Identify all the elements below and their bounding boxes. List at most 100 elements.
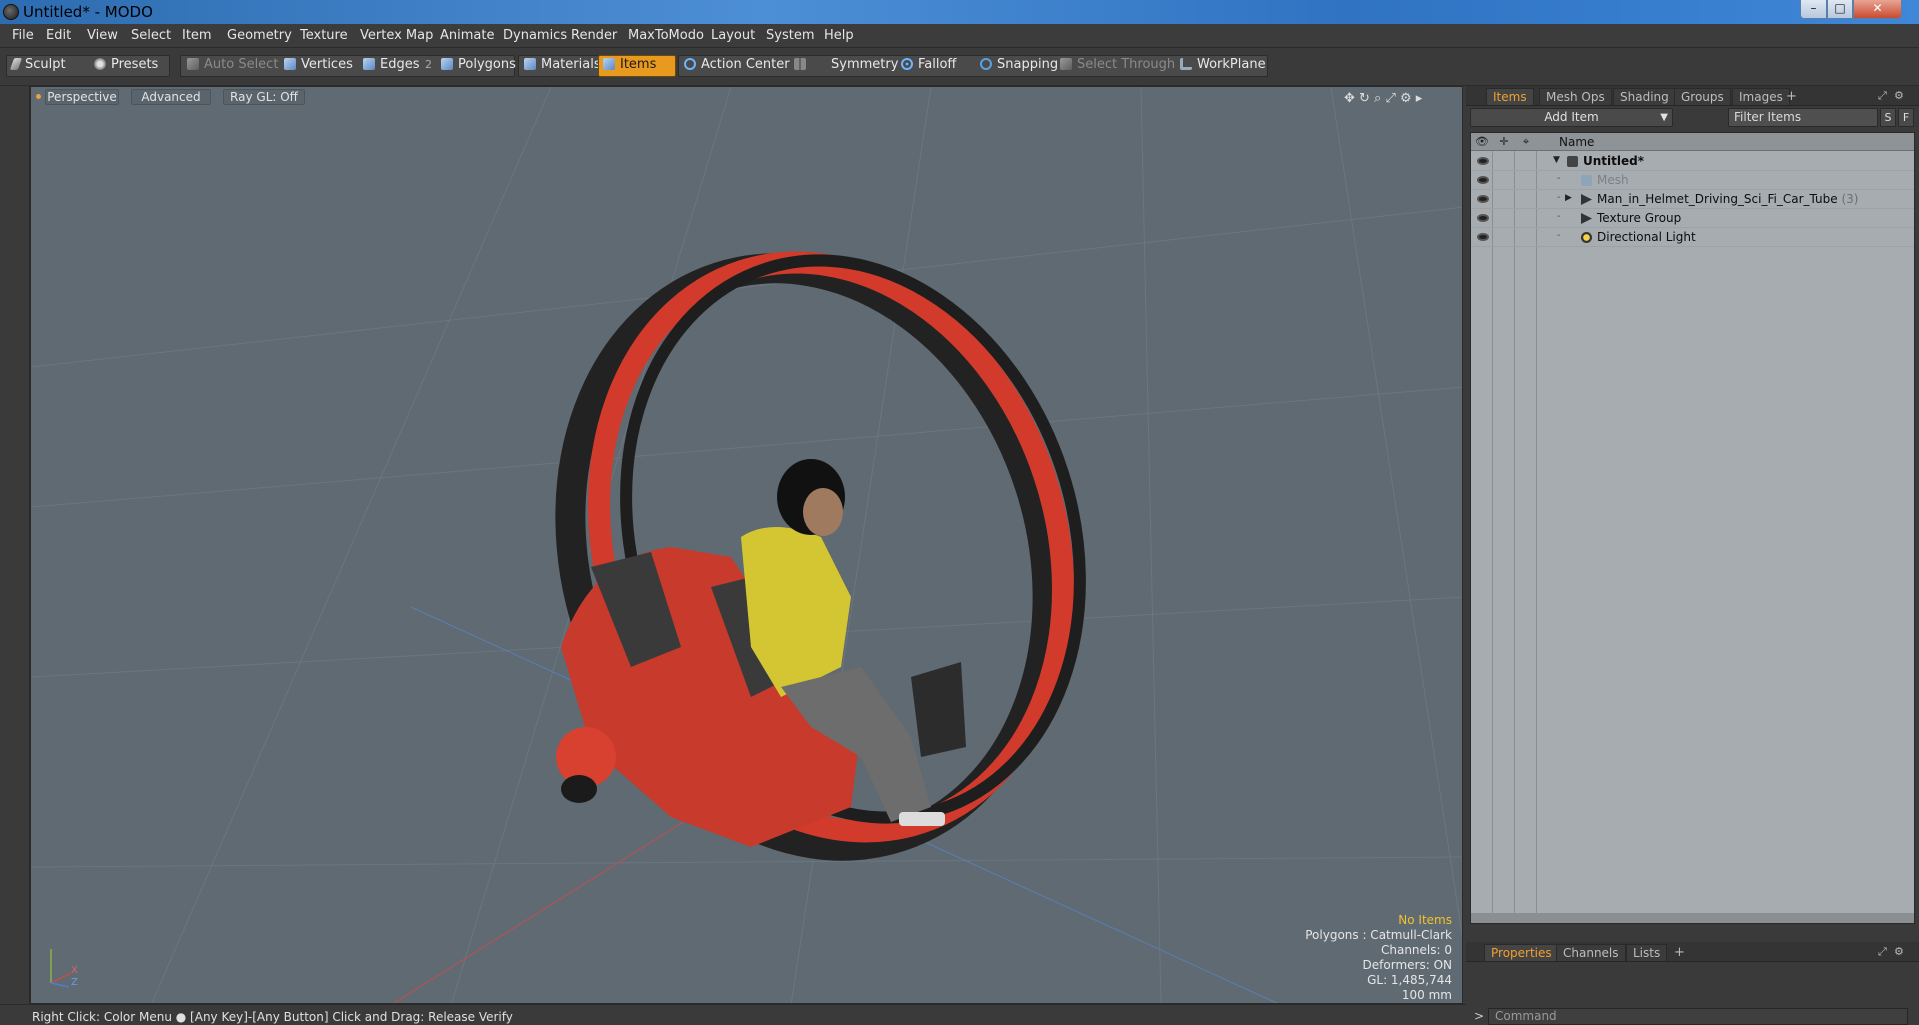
perspective-tab[interactable]: Perspective bbox=[45, 89, 119, 105]
tree-item-label: Directional Light bbox=[1597, 230, 1696, 244]
panel-gear-icon[interactable]: ⚙ bbox=[1894, 945, 1904, 958]
f-button[interactable]: F bbox=[1898, 108, 1914, 127]
minimize-button[interactable]: – bbox=[1800, 0, 1827, 19]
menu-file[interactable]: File bbox=[12, 28, 34, 43]
menu-view[interactable]: View bbox=[87, 28, 118, 43]
tree-connector: - bbox=[1557, 211, 1561, 222]
window-title: Untitled* - MODO bbox=[23, 3, 153, 21]
collapse-arrow-icon[interactable]: ▼ bbox=[1553, 155, 1560, 165]
name-column-header[interactable]: Name bbox=[1559, 135, 1594, 149]
visibility-column-icon[interactable]: 👁 bbox=[1475, 135, 1489, 149]
tree-row-texture-group[interactable]: - Texture Group bbox=[1471, 209, 1914, 228]
tab-mesh-ops[interactable]: Mesh Ops bbox=[1539, 88, 1612, 105]
items-icon bbox=[603, 58, 615, 70]
presets-icon bbox=[94, 58, 106, 70]
tab-items[interactable]: Items bbox=[1486, 88, 1534, 105]
items-button[interactable]: Items bbox=[603, 57, 656, 75]
menu-layout[interactable]: Layout bbox=[711, 28, 755, 43]
column-divider bbox=[1492, 133, 1493, 923]
filter-items-input[interactable]: Filter Items bbox=[1728, 108, 1878, 127]
viewport-status-dot bbox=[36, 94, 41, 99]
tab-properties[interactable]: Properties bbox=[1484, 944, 1559, 961]
small-wheel bbox=[561, 775, 597, 803]
tab-images[interactable]: Images bbox=[1732, 88, 1790, 105]
driver-shoe bbox=[899, 812, 945, 826]
tree-row-mesh[interactable]: - Mesh bbox=[1471, 171, 1914, 190]
tree-row-directional-light[interactable]: - Directional Light bbox=[1471, 228, 1914, 247]
add-item-dropdown[interactable]: Add Item ▼ bbox=[1470, 108, 1673, 127]
expand-arrow-icon[interactable]: ▶ bbox=[1565, 193, 1572, 203]
s-button[interactable]: S bbox=[1880, 108, 1896, 127]
presets-button[interactable]: Presets bbox=[94, 57, 158, 75]
menu-dynamics[interactable]: Dynamics bbox=[503, 28, 567, 43]
expand-panel-icon[interactable]: ⤢ bbox=[1878, 945, 1887, 959]
menu-geometry[interactable]: Geometry bbox=[227, 28, 292, 43]
edges-button[interactable]: Edges bbox=[363, 57, 420, 75]
visibility-eye-icon[interactable] bbox=[1477, 233, 1489, 241]
materials-button[interactable]: Materials bbox=[524, 57, 601, 75]
3d-viewport[interactable]: Perspective Advanced Ray GL: Off ✥ ↻ ⌕ ⤢… bbox=[30, 86, 1463, 1004]
dropdown-arrow-icon: ▼ bbox=[1660, 112, 1668, 123]
menu-system[interactable]: System bbox=[766, 28, 814, 43]
select-through-button[interactable]: Select Through bbox=[1060, 57, 1175, 75]
visibility-eye-icon[interactable] bbox=[1477, 195, 1489, 203]
action-center-button[interactable]: Action Center bbox=[684, 57, 790, 75]
maximize-button[interactable]: □ bbox=[1827, 0, 1853, 19]
tab-channels[interactable]: Channels bbox=[1556, 944, 1626, 961]
raygl-tab[interactable]: Ray GL: Off bbox=[223, 89, 305, 105]
viewport-nav-icons[interactable]: ✥ ↻ ⌕ ⤢ ⚙ ▸ bbox=[1344, 91, 1422, 106]
sculpt-button[interactable]: Sculpt bbox=[9, 57, 66, 75]
tree-row-untitled[interactable]: ▼ Untitled* bbox=[1471, 152, 1914, 171]
driver-face bbox=[803, 488, 843, 536]
visibility-eye-icon[interactable] bbox=[1477, 214, 1489, 222]
menu-texture[interactable]: Texture bbox=[300, 28, 348, 43]
polygons-button[interactable]: Polygons bbox=[441, 57, 516, 75]
menu-maxtomodo[interactable]: MaxToModo bbox=[628, 28, 704, 43]
lock-column-icon[interactable]: ✛ bbox=[1497, 135, 1511, 149]
vertices-button[interactable]: Vertices bbox=[284, 57, 353, 75]
advanced-tab[interactable]: Advanced bbox=[131, 89, 211, 105]
falloff-button[interactable]: Falloff bbox=[901, 57, 956, 75]
menu-item[interactable]: Item bbox=[182, 28, 212, 43]
command-input[interactable]: Command bbox=[1488, 1008, 1908, 1025]
snapping-button[interactable]: Snapping bbox=[980, 57, 1058, 75]
add-tab-icon[interactable]: + bbox=[1786, 89, 1797, 104]
menu-help[interactable]: Help bbox=[824, 28, 854, 43]
visibility-eye-icon[interactable] bbox=[1477, 157, 1489, 165]
auto-select-button[interactable]: Auto Select bbox=[187, 57, 278, 75]
menu-render[interactable]: Render bbox=[571, 28, 617, 43]
scene-icon bbox=[1567, 156, 1578, 167]
tree-row-man-in-helmet[interactable]: - ▶ Man_in_Helmet_Driving_Sci_Fi_Car_Tub… bbox=[1471, 190, 1914, 209]
panel-gear-icon[interactable]: ⚙ bbox=[1894, 89, 1904, 102]
brush-icon bbox=[9, 58, 23, 70]
tab-lists[interactable]: Lists bbox=[1626, 944, 1668, 961]
symmetry-icon bbox=[794, 58, 806, 70]
scene-render bbox=[31, 87, 1462, 1003]
close-button[interactable]: ✕ bbox=[1853, 0, 1902, 19]
tree-item-label: Texture Group bbox=[1597, 211, 1682, 225]
scale-info: 100 mm bbox=[1401, 988, 1452, 1002]
add-tab-icon[interactable]: + bbox=[1674, 945, 1685, 960]
tree-horizontal-scrollbar[interactable] bbox=[1471, 913, 1914, 923]
render-column-icon[interactable]: ⌖ bbox=[1519, 135, 1533, 149]
symmetry-button[interactable]: Symmetry bbox=[794, 57, 898, 75]
vertices-icon bbox=[284, 58, 296, 70]
status-hint: Right Click: Color Menu ● [Any Key]-[Any… bbox=[32, 1010, 513, 1024]
workplane-icon bbox=[1180, 58, 1192, 70]
menu-vertex-map[interactable]: Vertex Map bbox=[360, 28, 433, 43]
polygons-info: Polygons : Catmull-Clark bbox=[1305, 928, 1452, 942]
group-icon bbox=[1581, 194, 1592, 205]
tree-header: 👁 ✛ ⌖ Name bbox=[1471, 133, 1914, 151]
edges-icon bbox=[363, 58, 375, 70]
tab-groups[interactable]: Groups bbox=[1674, 88, 1731, 105]
expand-panel-icon[interactable]: ⤢ bbox=[1878, 89, 1887, 103]
left-tool-strip bbox=[0, 86, 30, 1004]
menu-select[interactable]: Select bbox=[131, 28, 171, 43]
menu-animate[interactable]: Animate bbox=[440, 28, 494, 43]
menu-edit[interactable]: Edit bbox=[46, 28, 71, 43]
selection-info: No Items bbox=[1398, 913, 1452, 927]
auto-select-icon bbox=[187, 58, 199, 70]
visibility-eye-icon[interactable] bbox=[1477, 176, 1489, 184]
workplane-button[interactable]: WorkPlane bbox=[1180, 57, 1266, 75]
tab-shading[interactable]: Shading bbox=[1613, 88, 1676, 105]
